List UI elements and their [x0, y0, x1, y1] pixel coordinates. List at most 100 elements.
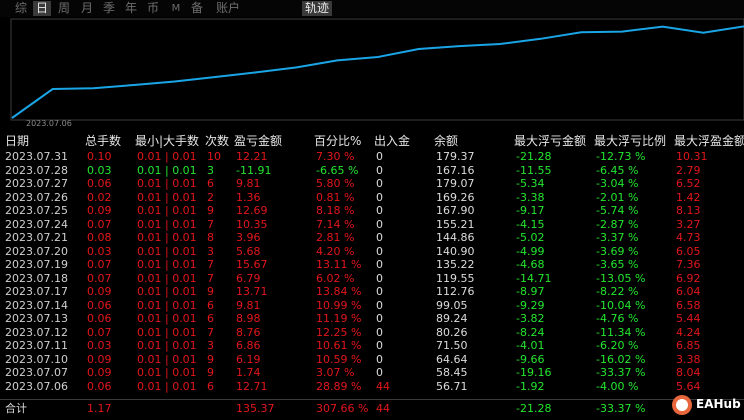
cell-date: 2023.07.27: [5, 177, 68, 190]
tab-month[interactable]: 月: [79, 1, 95, 16]
col-balance[interactable]: 余额: [434, 133, 458, 149]
table-row[interactable]: 2023.07.18 0.07 0.01 | 0.01 7 6.79 6.02 % 0 119…: [0, 272, 744, 285]
cell-balance: 179.07: [436, 177, 475, 190]
cell-min-max-lots: 0.01 | 0.01: [137, 204, 197, 217]
cell-deposit-withdraw: 0: [376, 339, 383, 352]
tab-account[interactable]: 账户: [214, 1, 242, 16]
tab-week[interactable]: 周: [56, 1, 72, 16]
table-row[interactable]: 2023.07.21 0.08 0.01 | 0.01 8 3.96 2.81 % 0 144…: [0, 231, 744, 244]
tab-magic[interactable]: M: [169, 1, 183, 16]
tab-quarter[interactable]: 季: [101, 1, 117, 16]
total-divider: [0, 399, 744, 400]
cell-min-max-lots: 0.01 | 0.01: [137, 150, 197, 163]
col-percent[interactable]: 百分比%: [314, 133, 361, 149]
cell-max-float-profit: 6.04: [676, 285, 701, 298]
cell-date: 2023.07.26: [5, 190, 68, 204]
cell-date: 2023.07.24: [5, 217, 68, 231]
col-max-float-loss-ratio[interactable]: 最大浮亏比例: [594, 133, 666, 149]
tab-note[interactable]: 备: [189, 1, 205, 16]
table-row[interactable]: 2023.07.11 0.03 0.01 | 0.01 3 6.86 10.61 % 0 71…: [0, 339, 744, 352]
cell-max-float-loss-ratio: -5.74 %: [596, 204, 639, 217]
cell-max-float-profit: 10.31: [676, 150, 708, 163]
cell-profit-loss: 9.81: [236, 177, 261, 190]
cell-max-float-loss: -4.15: [516, 217, 545, 231]
tab-track[interactable]: 轨迹: [302, 1, 332, 16]
cell-deposit-withdraw: 0: [376, 258, 383, 271]
cell-max-float-loss-ratio: -8.22 %: [596, 285, 639, 298]
table-row[interactable]: 2023.07.25 0.09 0.01 | 0.01 9 12.69 8.18 % 0 16…: [0, 204, 744, 217]
cell-percent: 7.14 %: [316, 217, 355, 231]
cell-min-max-lots: 0.01 | 0.01: [137, 244, 197, 258]
table-row[interactable]: 2023.07.24 0.07 0.01 | 0.01 7 10.35 7.14 % 0 15…: [0, 218, 744, 231]
cell-total-lots: 0.09: [87, 366, 112, 379]
table-row[interactable]: 2023.07.20 0.03 0.01 | 0.01 3 5.68 4.20 % 0 140…: [0, 245, 744, 258]
cell-max-float-profit: 4.73: [676, 231, 701, 244]
cell-total-lots: 0.03: [87, 339, 112, 352]
tab-summary[interactable]: 综: [13, 1, 29, 16]
cell-min-max-lots: 0.01 | 0.01: [137, 312, 197, 325]
cell-deposit-withdraw: 0: [376, 352, 383, 366]
cell-deposit-withdraw: 0: [376, 163, 383, 177]
cell-max-float-profit: 8.13: [676, 204, 701, 217]
cell-max-float-profit: 8.04: [676, 366, 701, 379]
cell-max-float-profit: 7.36: [676, 258, 701, 271]
cell-count: 6: [207, 312, 214, 325]
table-row[interactable]: 2023.07.12 0.07 0.01 | 0.01 7 8.76 12.25 % 0 80…: [0, 326, 744, 339]
tab-year[interactable]: 年: [123, 1, 139, 16]
table-row[interactable]: 2023.07.06 0.06 0.01 | 0.01 6 12.71 28.89 % 44…: [0, 380, 744, 393]
cell-max-float-loss-ratio: -2.87 %: [596, 217, 639, 231]
cell-max-float-loss: -9.29: [516, 298, 545, 312]
tab-day[interactable]: 日: [33, 1, 51, 16]
table-row[interactable]: 2023.07.19 0.07 0.01 | 0.01 7 15.67 13.11 % 0 1…: [0, 258, 744, 271]
cell-percent: 10.59 %: [316, 352, 362, 366]
cell-max-float-loss: -11.55: [516, 163, 552, 177]
cell-profit-loss: 13.71: [236, 285, 268, 298]
cell-total-lots: 0.09: [87, 204, 112, 217]
cell-date: 2023.07.18: [5, 271, 68, 285]
cell-min-max-lots: 0.01 | 0.01: [137, 339, 197, 352]
cell-balance: 89.24: [436, 312, 468, 325]
table-row[interactable]: 2023.07.31 0.10 0.01 | 0.01 10 12.21 7.30 % 0 1…: [0, 150, 744, 163]
chart-start-date: 2023.07.06: [26, 119, 72, 128]
col-date[interactable]: 日期: [5, 133, 29, 149]
table-row[interactable]: 2023.07.26 0.02 0.01 | 0.01 2 1.36 0.81 % 0 169…: [0, 191, 744, 204]
table-row[interactable]: 2023.07.14 0.06 0.01 | 0.01 6 9.81 10.99 % 0 99…: [0, 299, 744, 312]
table-row[interactable]: 2023.07.10 0.09 0.01 | 0.01 9 6.19 10.59 % 0 64…: [0, 353, 744, 366]
table-row[interactable]: 2023.07.28 0.03 0.01 | 0.01 3 -11.91 -6.65 % 0…: [0, 164, 744, 177]
table-row[interactable]: 2023.07.07 0.09 0.01 | 0.01 9 1.74 3.07 % 0 58.…: [0, 366, 744, 379]
cell-count: 10: [207, 150, 221, 163]
col-profit-loss[interactable]: 盈亏金额: [234, 133, 282, 149]
col-total-lots[interactable]: 总手数: [85, 133, 121, 149]
cell-max-float-loss-ratio: -6.20 %: [596, 339, 639, 352]
cell-max-float-loss: -8.24: [516, 325, 545, 339]
cell-min-max-lots: 0.01 | 0.01: [137, 217, 197, 231]
cell-count: 9: [207, 285, 214, 298]
total-deposit-withdraw: 44: [376, 402, 390, 415]
eahub-logo-icon: [672, 395, 692, 415]
col-deposit-withdraw[interactable]: 出入金: [374, 133, 410, 149]
cell-max-float-loss-ratio: -2.01 %: [596, 190, 639, 204]
table-row[interactable]: 2023.07.13 0.06 0.01 | 0.01 6 8.98 11.19 % 0 89…: [0, 312, 744, 325]
cell-date: 2023.07.25: [5, 204, 68, 217]
cell-profit-loss: 6.86: [236, 339, 261, 352]
table-row[interactable]: 2023.07.27 0.06 0.01 | 0.01 6 9.81 5.80 % 0 179…: [0, 177, 744, 190]
cell-total-lots: 0.09: [87, 285, 112, 298]
table-row[interactable]: 2023.07.17 0.09 0.01 | 0.01 9 13.71 13.84 % 0 1…: [0, 285, 744, 298]
cell-date: 2023.07.21: [5, 231, 68, 244]
col-max-float-profit[interactable]: 最大浮盈金额: [674, 133, 744, 149]
cell-total-lots: 0.07: [87, 217, 112, 231]
col-max-float-loss[interactable]: 最大浮亏金额: [514, 133, 586, 149]
col-count[interactable]: 次数: [205, 133, 229, 149]
cell-deposit-withdraw: 0: [376, 231, 383, 244]
cell-percent: 13.11 %: [316, 258, 362, 271]
total-row: 合计 1.17 135.37 307.66 % 44 -21.28 -33.37…: [0, 402, 744, 415]
col-min-max-lots[interactable]: 最小|大手数: [135, 133, 199, 149]
cell-min-max-lots: 0.01 | 0.01: [137, 177, 197, 190]
cell-max-float-loss: -4.99: [516, 244, 545, 258]
cell-total-lots: 0.06: [87, 312, 112, 325]
tab-currency[interactable]: 币: [145, 1, 161, 16]
cell-balance: 64.64: [436, 352, 468, 366]
balance-trajectory-chart: [10, 18, 744, 121]
cell-max-float-loss-ratio: -3.65 %: [596, 258, 639, 271]
cell-profit-loss: 1.36: [236, 190, 261, 204]
